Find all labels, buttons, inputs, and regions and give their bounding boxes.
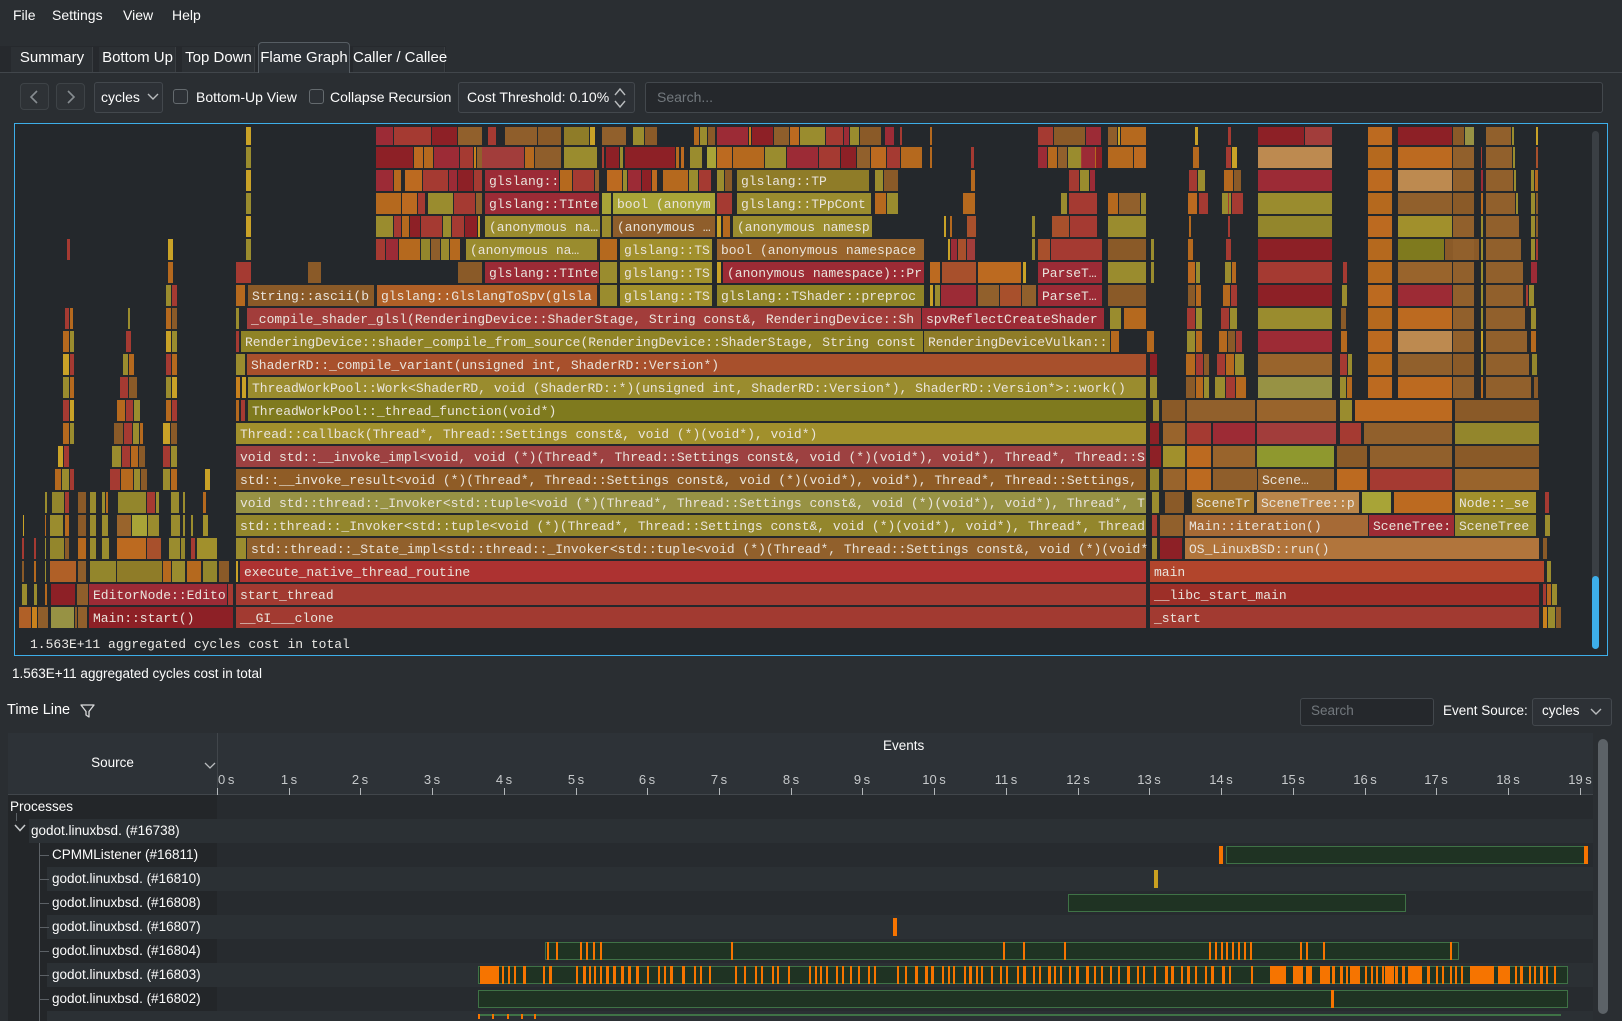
svg-text:1.563E+11 aggregated cycles co: 1.563E+11 aggregated cycles cost in tota… — [30, 637, 350, 652]
svg-text:void std::__invoke_impl<void,: void std::__invoke_impl<void, void (*)(T… — [240, 450, 1145, 465]
svg-text:SceneTree: SceneTree — [1459, 519, 1529, 534]
svg-text:void std::thread::_Invoker<std: void std::thread::_Invoker<std::tuple<vo… — [240, 496, 1145, 511]
svg-text:_compile_shader_glsl(Rendering: _compile_shader_glsl(RenderingDevice::Sh… — [250, 312, 914, 327]
svg-text:(anonymous na…: (anonymous na… — [470, 243, 579, 258]
svg-text:SceneTree:: SceneTree: — [1373, 519, 1451, 534]
svg-text:std::thread::_State_impl<std::: std::thread::_State_impl<std::thread::_I… — [251, 542, 1148, 557]
svg-text:bool (anonymous namespace: bool (anonymous namespace — [721, 243, 916, 258]
svg-text:glslang::TShader::preproc: glslang::TShader::preproc — [721, 289, 916, 304]
svg-text:ParseT…: ParseT… — [1042, 266, 1097, 281]
svg-text:__GI___clone: __GI___clone — [239, 611, 334, 626]
svg-text:Thread::callback(Thread*, Thre: Thread::callback(Thread*, Thread::Settin… — [240, 427, 817, 442]
svg-text:glslang::GlslangToSpv(glsla: glslang::GlslangToSpv(glsla — [381, 289, 592, 304]
svg-text:glslang::TPpCont: glslang::TPpCont — [741, 197, 866, 212]
svg-text:(anonymous namespace)::Pr: (anonymous namespace)::Pr — [727, 266, 922, 281]
svg-text:bool (anonym: bool (anonym — [617, 197, 711, 212]
svg-text:(anonymous na…: (anonymous na… — [489, 220, 598, 235]
svg-text:ParseT…: ParseT… — [1042, 289, 1097, 304]
svg-text:RenderingDeviceVulkan::: RenderingDeviceVulkan:: — [928, 335, 1107, 350]
svg-text:(anonymous namesp: (anonymous namesp — [737, 220, 870, 235]
svg-text:std::thread::_Invoker<std::tup: std::thread::_Invoker<std::tuple<void (*… — [240, 519, 1145, 534]
svg-text:std::__invoke_result<void (*)(: std::__invoke_result<void (*)(Thread*, T… — [240, 473, 1137, 488]
svg-text:EditorNode::Edito: EditorNode::Edito — [93, 588, 226, 603]
svg-text:Main::iteration(): Main::iteration() — [1189, 519, 1322, 534]
svg-text:execute_native_thread_routine: execute_native_thread_routine — [244, 565, 470, 580]
svg-text:String::ascii(b: String::ascii(b — [252, 289, 369, 304]
svg-text:__libc_start_main: __libc_start_main — [1153, 588, 1287, 603]
svg-text:SceneTree::p: SceneTree::p — [1261, 496, 1355, 511]
svg-text:glslang::TInte: glslang::TInte — [489, 266, 598, 281]
svg-text:glslang::TP: glslang::TP — [741, 174, 827, 189]
svg-text:glslang::TInte: glslang::TInte — [489, 197, 598, 212]
svg-text:main: main — [1154, 565, 1185, 580]
svg-text:glslang::TS: glslang::TS — [624, 266, 710, 281]
svg-text:OS_LinuxBSD::run(): OS_LinuxBSD::run() — [1189, 542, 1329, 557]
svg-text:glslang::TS: glslang::TS — [624, 289, 710, 304]
svg-text:glslang::TS: glslang::TS — [624, 243, 710, 258]
svg-text:(anonymous …: (anonymous … — [617, 220, 711, 235]
svg-text:spvReflectCreateShader: spvReflectCreateShader — [926, 312, 1098, 327]
svg-text:ThreadWorkPool::_thread_functi: ThreadWorkPool::_thread_function(void*) — [252, 404, 556, 419]
svg-text:SceneTr: SceneTr — [1196, 496, 1251, 511]
svg-text:ShaderRD::_compile_variant(uns: ShaderRD::_compile_variant(unsigned int,… — [251, 358, 719, 373]
svg-text:glslang::: glslang:: — [489, 174, 559, 189]
svg-text:Main::start(): Main::start() — [93, 611, 194, 626]
svg-text:ThreadWorkPool::Work<ShaderRD,: ThreadWorkPool::Work<ShaderRD, void (Sha… — [252, 381, 1126, 396]
svg-text:Node::_se: Node::_se — [1459, 496, 1529, 511]
svg-text:Scene…: Scene… — [1262, 473, 1309, 488]
svg-text:_start: _start — [1153, 611, 1201, 626]
svg-text:RenderingDevice::shader_compil: RenderingDevice::shader_compile_from_sou… — [245, 335, 916, 350]
svg-text:start_thread: start_thread — [240, 588, 334, 603]
